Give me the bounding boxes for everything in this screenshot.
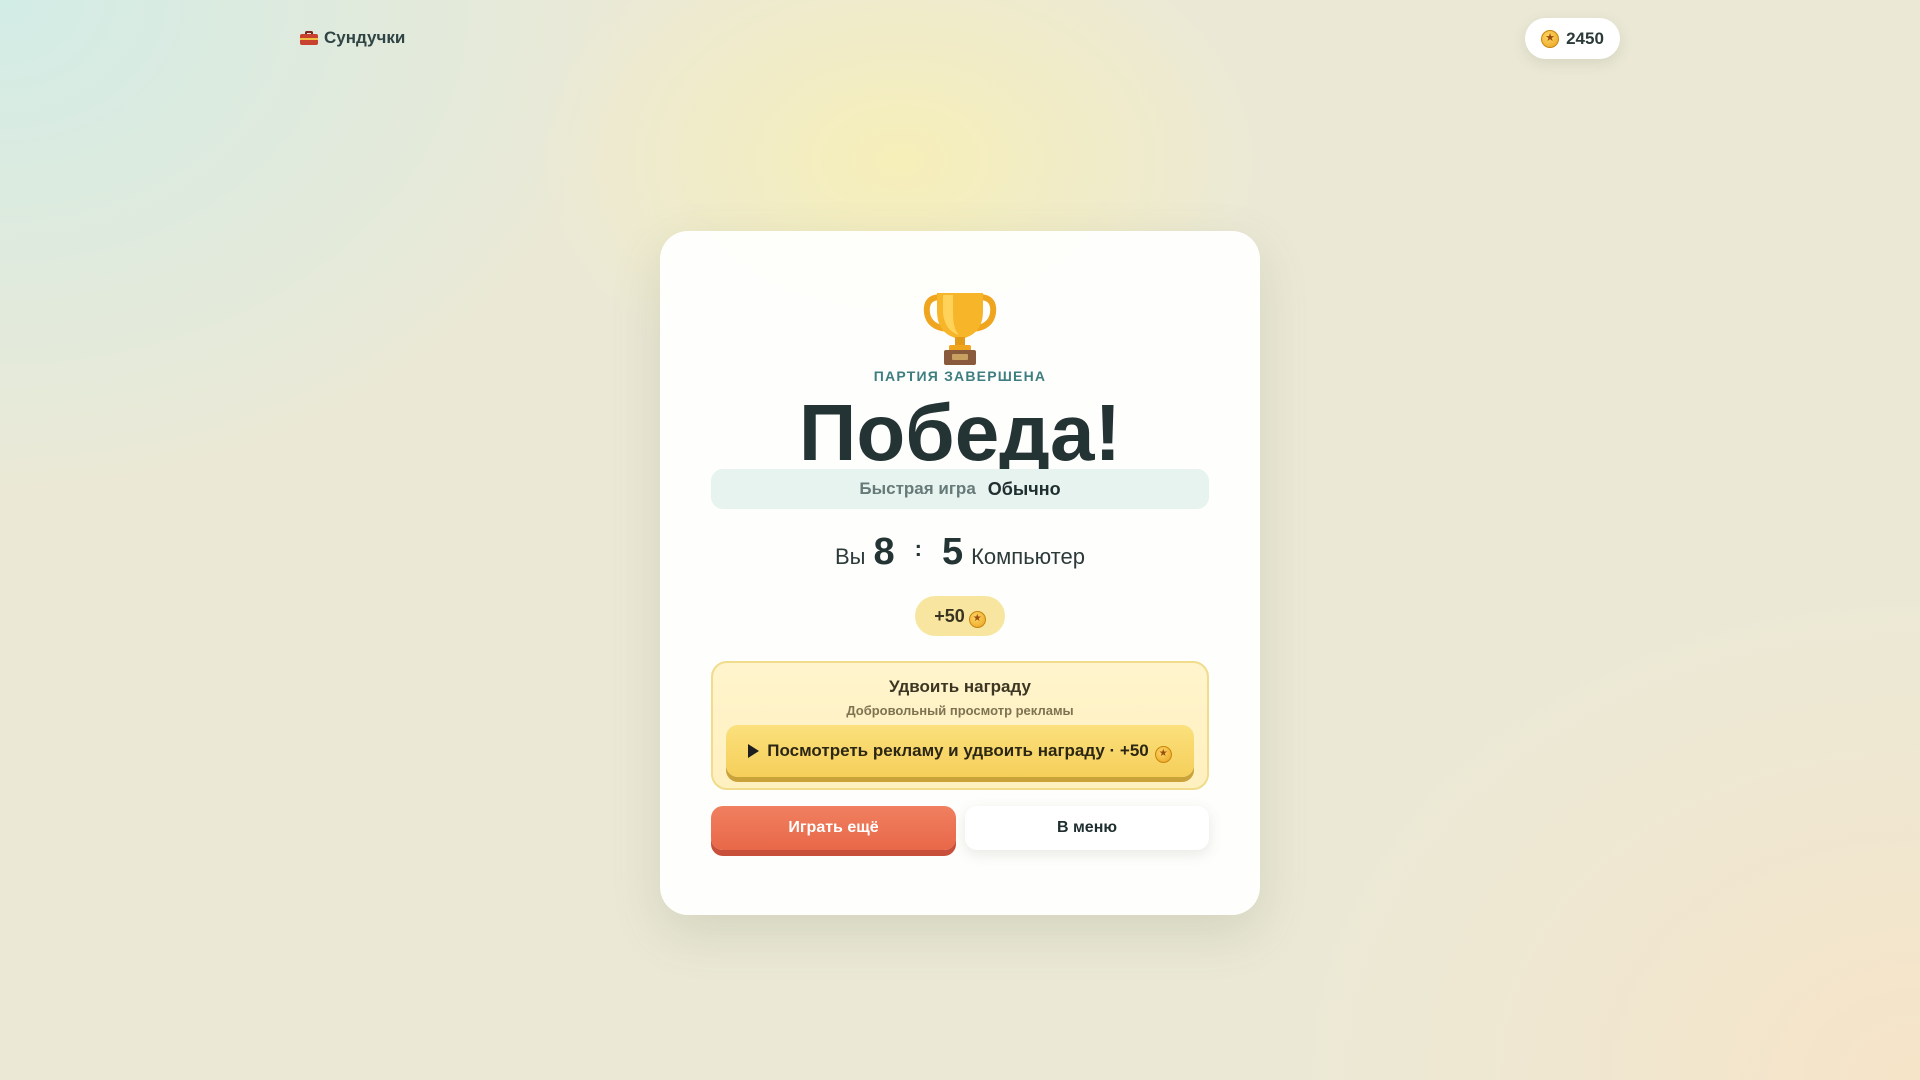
result-title: Победа! — [798, 388, 1122, 477]
game-mode-name: Быстрая игра — [859, 479, 976, 498]
opponent-score: 5 — [941, 531, 964, 573]
game-difficulty: Обычно — [987, 478, 1061, 499]
play-again-button[interactable]: Играть ещё — [711, 806, 956, 850]
brand-logo: Сундучки — [300, 28, 405, 48]
coin-balance-value: 2450 — [1566, 28, 1604, 48]
coin-icon: ★ — [968, 610, 986, 628]
watch-ad-label: Посмотреть рекламу и удвоить награду · +… — [767, 741, 1149, 760]
reward-amount: +50 — [934, 605, 965, 626]
brand-name: Сундучки — [324, 28, 406, 47]
coin-balance: ★ 2450 — [1525, 18, 1620, 59]
chest-icon — [300, 31, 318, 45]
menu-label: В меню — [1056, 819, 1118, 836]
score-separator: : — [914, 536, 922, 561]
menu-button[interactable]: В меню — [965, 806, 1209, 850]
player-score: 8 — [873, 531, 895, 573]
player-label: Вы — [835, 544, 866, 569]
double-reward-title: Удвоить награду — [889, 677, 1031, 696]
reward-badge: +50 ★ — [915, 596, 1005, 636]
coin-icon: ★ — [1541, 29, 1560, 48]
double-reward-panel: Удвоить награду Добровольный просмотр ре… — [711, 661, 1209, 790]
match-finished-label: ПАРТИЯ ЗАВЕРШЕНА — [873, 368, 1047, 384]
score-row: Вы 8 : 5 Компьютер — [660, 531, 1260, 581]
opponent-label: Компьютер — [971, 544, 1085, 569]
play-again-label: Играть ещё — [788, 819, 879, 836]
double-reward-subtitle: Добровольный просмотр рекламы — [846, 703, 1074, 718]
play-icon — [748, 744, 760, 758]
watch-ad-button[interactable]: Посмотреть рекламу и удвоить награду · +… — [726, 725, 1194, 777]
coin-icon: ★ — [1154, 745, 1172, 763]
result-card: ПАРТИЯ ЗАВЕРШЕНА Победа! Быстрая игра Об… — [660, 231, 1260, 915]
game-mode-bar: Быстрая игра Обычно — [711, 469, 1209, 509]
trophy-icon — [923, 293, 997, 365]
